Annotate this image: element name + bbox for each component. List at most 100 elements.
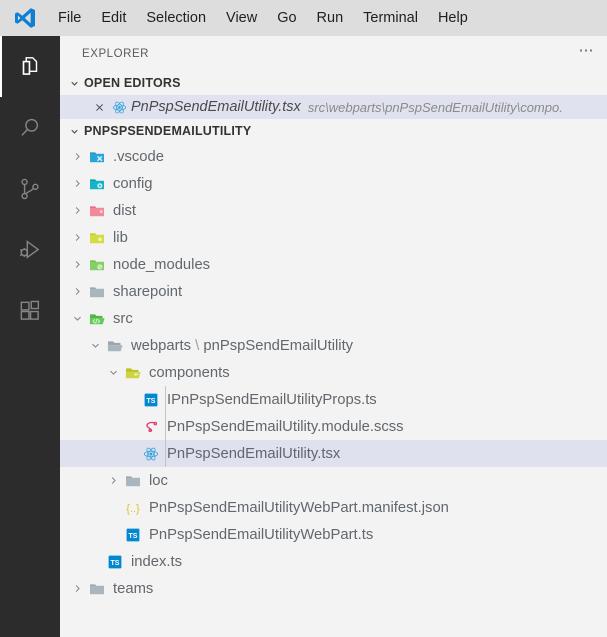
tree-row-label: IPnPspSendEmailUtilityProps.ts xyxy=(167,391,377,408)
sass-icon xyxy=(140,419,162,435)
chevron-right-icon[interactable] xyxy=(68,259,86,270)
tree-row-label: dist xyxy=(113,202,137,219)
folder-dist-icon xyxy=(86,203,108,219)
menu-terminal[interactable]: Terminal xyxy=(353,0,428,36)
section-workspace-folder[interactable]: PNPSPSENDEMAILUTILITY xyxy=(60,119,607,143)
tree-row-label: components xyxy=(149,364,230,381)
activitybar-search[interactable] xyxy=(0,97,60,158)
chevron-right-icon[interactable] xyxy=(68,205,86,216)
tree-row-label: teams xyxy=(113,580,154,597)
tree-row[interactable]: PnPspSendEmailUtility.tsx xyxy=(60,440,607,467)
chevron-right-icon[interactable] xyxy=(68,178,86,189)
chevron-down-icon[interactable] xyxy=(104,367,122,378)
page-title: EXPLORER xyxy=(82,47,150,60)
svg-text:TS: TS xyxy=(111,560,120,567)
tree-row[interactable]: TS index.ts xyxy=(60,548,607,575)
titlebar: File Edit Selection View Go Run Terminal… xyxy=(0,0,607,36)
react-tsx-icon xyxy=(140,446,162,462)
menu-selection[interactable]: Selection xyxy=(136,0,216,36)
tree-row[interactable]: teams xyxy=(60,575,607,602)
section-open-editors-label: OPEN EDITORS xyxy=(84,76,181,90)
tree-row-label: node_modules xyxy=(113,256,211,273)
folder-plain-icon xyxy=(122,473,144,489)
tree-row[interactable]: src xyxy=(60,305,607,332)
sidebar-header: EXPLORER ⋯ xyxy=(60,36,607,71)
tree-row[interactable]: dist xyxy=(60,197,607,224)
chevron-right-icon[interactable] xyxy=(68,583,86,594)
tree-row[interactable]: config xyxy=(60,170,607,197)
chevron-right-icon[interactable] xyxy=(104,475,122,486)
tree-row-label: .vscode xyxy=(113,148,164,165)
typescript-icon: TS xyxy=(122,527,144,543)
file-tree: .vscode config dist lib node_modules sharepoi… xyxy=(60,143,607,602)
tree-row[interactable]: {..} PnPspSendEmailUtilityWebPart.manifes… xyxy=(60,494,607,521)
folder-open-plain-icon xyxy=(104,338,126,354)
menubar: File Edit Selection View Go Run Terminal… xyxy=(48,0,478,36)
indent-guide xyxy=(165,440,166,467)
tree-row[interactable]: TS PnPspSendEmailUtilityWebPart.ts xyxy=(60,521,607,548)
tree-row[interactable]: TS IPnPspSendEmailUtilityProps.ts xyxy=(60,386,607,413)
svg-text:TS: TS xyxy=(147,398,156,405)
tree-row-label: PnPspSendEmailUtilityWebPart.manifest.js… xyxy=(149,499,449,516)
tree-row[interactable]: PnPspSendEmailUtility.module.scss xyxy=(60,413,607,440)
open-editor-path: src\webparts\pnPspSendEmailUtility\compo… xyxy=(307,99,563,115)
folder-node-icon xyxy=(86,257,108,273)
folder-lib-icon xyxy=(86,230,108,246)
ellipsis-icon[interactable]: ⋯ xyxy=(579,43,596,61)
tree-row[interactable]: lib xyxy=(60,224,607,251)
section-open-editors[interactable]: OPEN EDITORS xyxy=(60,71,607,95)
svg-text:{..}: {..} xyxy=(126,503,140,515)
sidebar-explorer: EXPLORER ⋯ OPEN EDITORS PnPspSendEmailUt… xyxy=(60,36,607,637)
indent-guide xyxy=(165,386,166,413)
open-editor-row[interactable]: PnPspSendEmailUtility.tsx src\webparts\p… xyxy=(60,95,607,119)
chevron-down-icon[interactable] xyxy=(68,313,86,324)
tree-row-label: config xyxy=(113,175,153,192)
typescript-icon: TS xyxy=(140,392,162,408)
tree-row[interactable]: loc xyxy=(60,467,607,494)
activitybar-run-debug[interactable] xyxy=(0,219,60,280)
svg-text:TS: TS xyxy=(129,533,138,540)
tree-row-label: sharepoint xyxy=(113,283,183,300)
chevron-right-icon[interactable] xyxy=(68,232,86,243)
tree-row-label: lib xyxy=(113,229,128,246)
chevron-right-icon[interactable] xyxy=(68,286,86,297)
tree-row[interactable]: node_modules xyxy=(60,251,607,278)
json-icon: {..} xyxy=(122,500,144,516)
menu-view[interactable]: View xyxy=(216,0,267,36)
indent-guide xyxy=(165,413,166,440)
source-control-icon xyxy=(17,176,43,202)
chevron-right-icon[interactable] xyxy=(68,151,86,162)
activitybar-source-control[interactable] xyxy=(0,158,60,219)
tree-row-label: PnPspSendEmailUtility.module.scss xyxy=(167,418,404,435)
activitybar-explorer[interactable] xyxy=(0,36,60,97)
close-icon[interactable] xyxy=(90,102,108,113)
folder-src-open-icon xyxy=(86,311,108,327)
extensions-icon xyxy=(17,298,43,324)
menu-go[interactable]: Go xyxy=(267,0,306,36)
menu-help[interactable]: Help xyxy=(428,0,478,36)
menu-run[interactable]: Run xyxy=(307,0,354,36)
files-icon xyxy=(17,54,43,80)
tree-row[interactable]: sharepoint xyxy=(60,278,607,305)
folder-components-icon xyxy=(122,365,144,381)
run-and-debug-icon xyxy=(17,237,43,263)
tree-row-label: PnPspSendEmailUtility.tsx xyxy=(167,445,341,462)
menu-file[interactable]: File xyxy=(48,0,91,36)
folder-config-icon xyxy=(86,176,108,192)
folder-plain-icon xyxy=(86,581,108,597)
chevron-down-icon xyxy=(66,126,82,137)
tree-row[interactable]: .vscode xyxy=(60,143,607,170)
tree-row-label: index.ts xyxy=(131,553,182,570)
tree-row-label: loc xyxy=(149,472,168,489)
menu-edit[interactable]: Edit xyxy=(91,0,136,36)
tree-row[interactable]: webparts \ pnPspSendEmailUtility xyxy=(60,332,607,359)
typescript-icon: TS xyxy=(104,554,126,570)
vscode-logo xyxy=(10,6,40,30)
tree-row-label: src xyxy=(113,310,133,327)
search-icon xyxy=(17,115,43,141)
activitybar-extensions[interactable] xyxy=(0,280,60,341)
folder-vscode-icon xyxy=(86,149,108,165)
chevron-down-icon[interactable] xyxy=(86,340,104,351)
chevron-down-icon xyxy=(66,78,82,89)
tree-row[interactable]: components xyxy=(60,359,607,386)
